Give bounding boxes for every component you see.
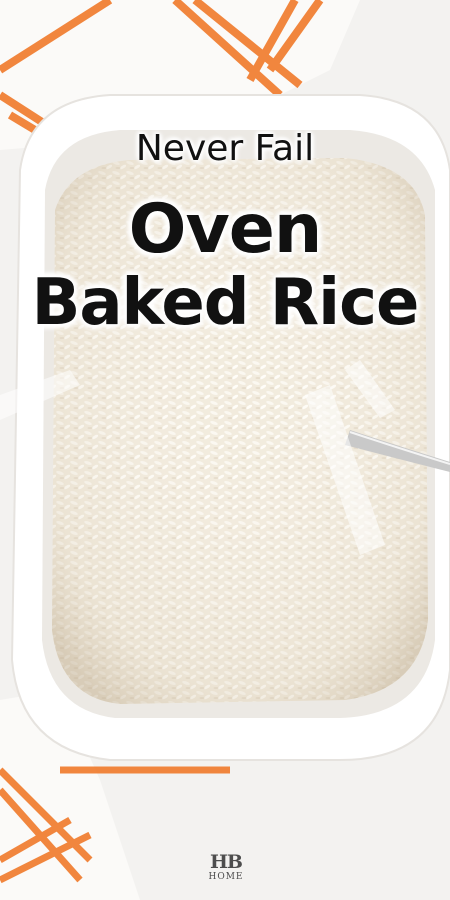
brand-logo: HB HOME <box>200 852 252 894</box>
title-tagline: Never Fail <box>135 128 315 169</box>
title-main-line2: Baked Rice <box>31 266 420 340</box>
logo-monogram: HB <box>209 851 243 873</box>
pin-image: Never Fail Oven Baked Rice HB HOME <box>0 0 450 900</box>
logo-word: HOME <box>208 872 244 882</box>
title-main-line1: Oven <box>128 190 323 269</box>
